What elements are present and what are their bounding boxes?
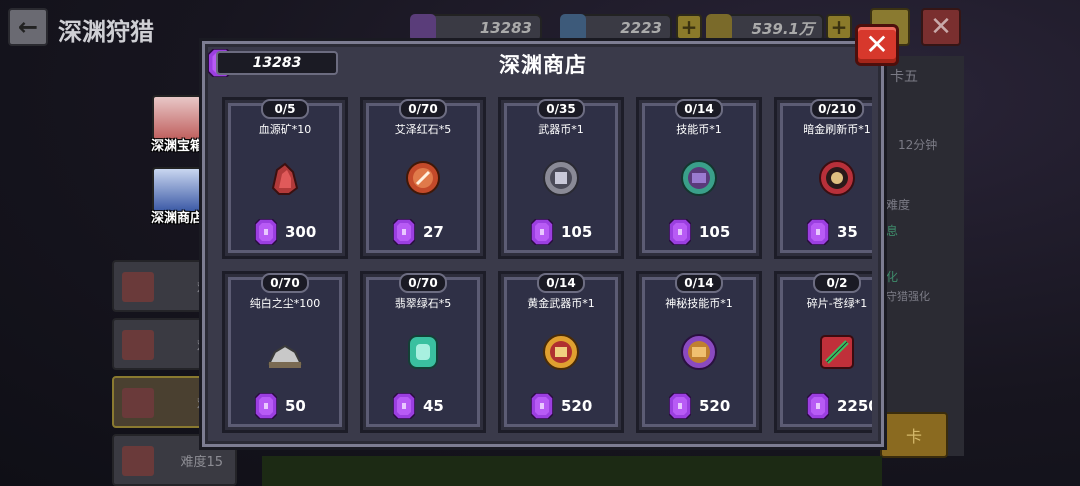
red-stone-icon: [403, 158, 443, 198]
item-name: 暗金刷新币*1: [803, 123, 871, 136]
purple-gem-icon: [393, 219, 415, 245]
item-name: 技能币*1: [676, 123, 722, 136]
close-button[interactable]: ✕: [855, 24, 899, 66]
timer-text: 12分钟: [898, 138, 938, 152]
shop-item-card[interactable]: 0/210 暗金刷新币*1 35: [774, 97, 872, 259]
item-name: 武器币*1: [538, 123, 584, 136]
weapon-coin-icon: [541, 158, 581, 198]
stock-limit-badge: 0/70: [399, 99, 447, 119]
stock-limit-badge: 0/5: [261, 99, 309, 119]
price-value: 105: [699, 223, 731, 241]
background-close-button[interactable]: ✕: [921, 8, 961, 46]
item-price: 520: [531, 393, 592, 419]
strengthen-text: 守猎强化: [886, 290, 930, 303]
purple-gem-icon: [807, 219, 829, 245]
purple-gem-icon: [393, 393, 415, 419]
price-value: 520: [561, 397, 593, 415]
shop-item-card[interactable]: 0/14 神秘技能币*1 520: [636, 271, 762, 433]
stock-limit-badge: 0/210: [810, 99, 864, 119]
shop-item-card[interactable]: 0/70 纯白之尘*100 50: [222, 271, 348, 433]
shop-item-card[interactable]: 0/14 技能币*1 105: [636, 97, 762, 259]
item-price: 300: [255, 219, 316, 245]
price-value: 27: [423, 223, 444, 241]
item-price: 105: [669, 219, 730, 245]
close-x-icon: ✕: [865, 28, 889, 61]
white-dust-icon: [265, 332, 305, 372]
stage-header: 卡五: [890, 69, 918, 85]
boss-portrait-icon: [122, 446, 154, 476]
add-gold-button[interactable]: +: [826, 14, 852, 40]
item-price: 27: [393, 219, 444, 245]
difficulty-text: 难度: [886, 198, 911, 212]
item-price: 35: [807, 219, 858, 245]
purple-gem-icon: [669, 393, 691, 419]
stock-limit-badge: 0/70: [261, 273, 309, 293]
price-value: 35: [837, 223, 858, 241]
shop-item-card[interactable]: 0/35 武器币*1 105: [498, 97, 624, 259]
stock-limit-badge: 0/14: [675, 273, 723, 293]
stock-limit-badge: 0/14: [537, 273, 585, 293]
price-value: 50: [285, 397, 306, 415]
item-price: 50: [255, 393, 306, 419]
item-name: 血源矿*10: [258, 123, 312, 136]
abyss-shop-dialog: 13283 深渊商店 0/5 血源矿*10 300 0/70 艾泽红石*5 27 0/35 武…: [199, 38, 887, 450]
dark-gold-refresh-coin-icon: [817, 158, 857, 198]
add-blue-button[interactable]: +: [676, 14, 702, 40]
close-x-icon: ✕: [930, 12, 952, 42]
purple-gem-icon: [255, 393, 277, 419]
purple-gem-icon: [807, 393, 829, 419]
stock-limit-badge: 0/14: [675, 99, 723, 119]
item-price: 45: [393, 393, 444, 419]
purple-gem-icon: [531, 219, 553, 245]
page-title: 深渊狩猎: [58, 18, 154, 46]
stock-limit-badge: 0/70: [399, 273, 447, 293]
item-name: 纯白之尘*100: [249, 297, 321, 310]
start-button[interactable]: 卡: [880, 412, 948, 458]
price-value: 520: [699, 397, 731, 415]
golden-weapon-coin-icon: [541, 332, 581, 372]
boss-portrait-icon: [122, 330, 154, 360]
dialog-header: 13283 深渊商店: [202, 41, 884, 89]
boss-portrait-icon: [122, 388, 154, 418]
purple-gem-icon: [669, 219, 691, 245]
arrow-left-icon: ←: [17, 13, 39, 41]
item-price: 520: [669, 393, 730, 419]
purple-gem-icon: [255, 219, 277, 245]
item-price: 105: [531, 219, 592, 245]
dialog-title: 深渊商店: [499, 53, 587, 77]
info-text: 息: [886, 224, 899, 238]
price-value: 300: [285, 223, 317, 241]
stock-limit-badge: 0/2: [813, 273, 861, 293]
stock-limit-badge: 0/35: [537, 99, 585, 119]
price-value: 105: [561, 223, 593, 241]
item-name: 黄金武器币*1: [527, 297, 595, 310]
stage-info-panel: 卡五 12分钟 难度 息 化 守猎强化: [880, 56, 964, 456]
back-button[interactable]: ←: [8, 8, 48, 46]
bottom-scenery: [262, 456, 882, 486]
item-name: 艾泽红石*5: [394, 123, 452, 136]
shop-item-card[interactable]: 0/70 艾泽红石*5 27: [360, 97, 486, 259]
mystic-skill-coin-icon: [679, 332, 719, 372]
shop-grid: 0/5 血源矿*10 300 0/70 艾泽红石*5 27 0/35 武器币*1 105 0/14…: [216, 93, 872, 437]
item-price: 2250: [807, 393, 872, 419]
shop-item-card[interactable]: 0/14 黄金武器币*1 520: [498, 271, 624, 433]
item-name: 神秘技能币*1: [665, 297, 733, 310]
shard-green-icon: [817, 332, 857, 372]
shop-item-card[interactable]: 0/2 碎片-苍绿*1 2250: [774, 271, 872, 433]
skill-coin-icon: [679, 158, 719, 198]
blood-ore-icon: [265, 158, 305, 198]
jade-stone-icon: [403, 332, 443, 372]
item-name: 翡翠绿石*5: [394, 297, 452, 310]
price-value: 2250: [837, 397, 872, 415]
price-value: 45: [423, 397, 444, 415]
shop-item-card[interactable]: 0/5 血源矿*10 300: [222, 97, 348, 259]
hua-text: 化: [886, 270, 899, 284]
shop-item-card[interactable]: 0/70 翡翠绿石*5 45: [360, 271, 486, 433]
boss-portrait-icon: [122, 272, 154, 302]
item-name: 碎片-苍绿*1: [806, 297, 868, 310]
plus-icon: +: [830, 15, 848, 39]
plus-icon: +: [680, 15, 698, 39]
purple-gem-icon: [531, 393, 553, 419]
